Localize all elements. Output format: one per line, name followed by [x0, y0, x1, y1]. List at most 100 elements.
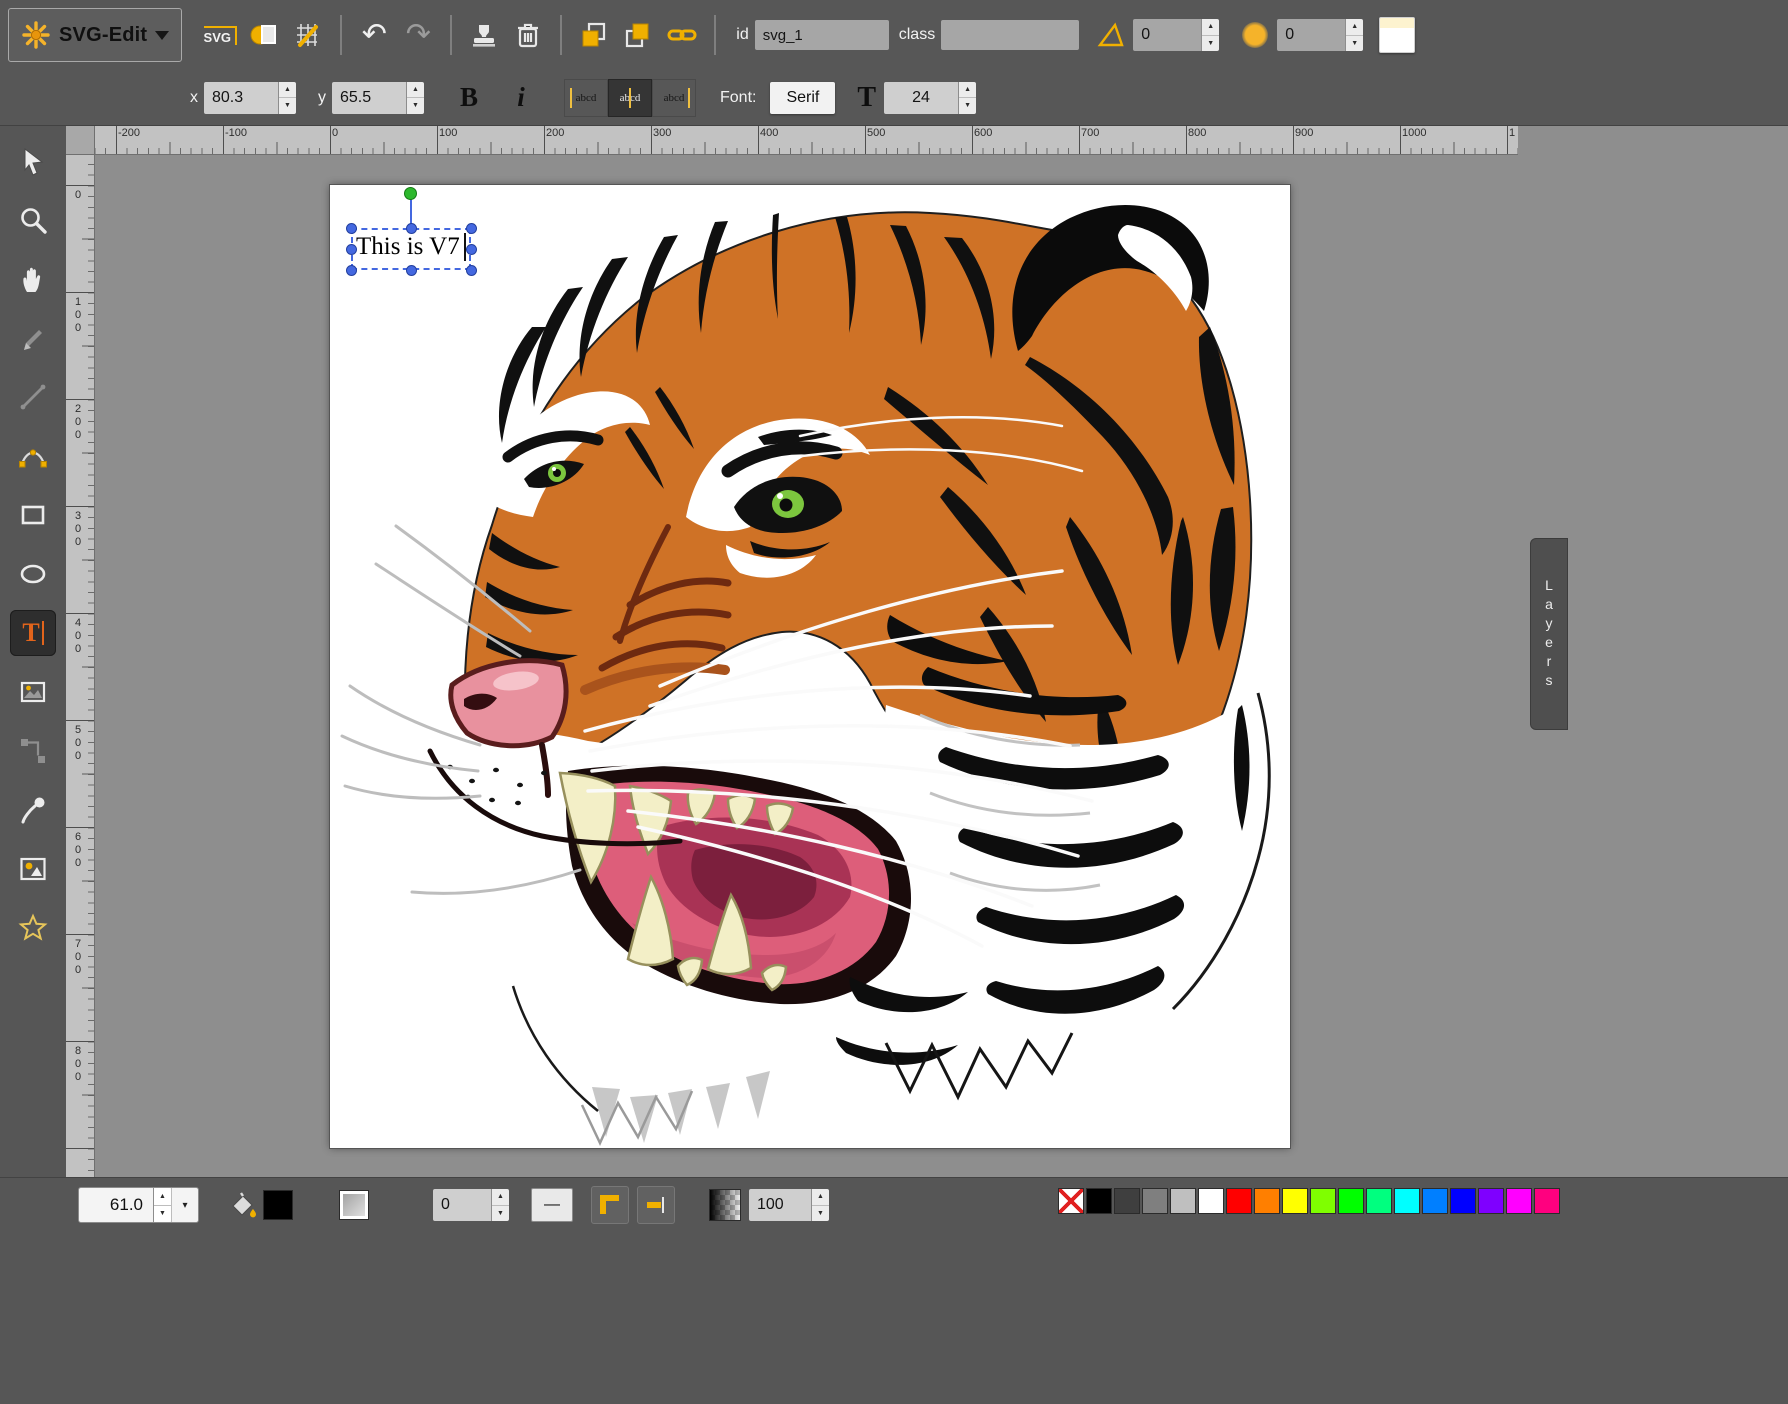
- background-color-swatch[interactable]: [1379, 17, 1415, 53]
- selection-handle-nw[interactable]: [346, 223, 357, 234]
- x-spin-up[interactable]: ▲: [279, 82, 296, 99]
- selection-handle-sw[interactable]: [346, 265, 357, 276]
- palette-swatch[interactable]: [1142, 1188, 1168, 1214]
- ellipse-tool[interactable]: [10, 551, 56, 597]
- palette-swatch[interactable]: [1282, 1188, 1308, 1214]
- palette-swatch[interactable]: [1198, 1188, 1224, 1214]
- text-anchor-start-button[interactable]: abcd: [564, 79, 608, 117]
- editor-preferences-button[interactable]: [286, 13, 330, 57]
- main-menu-button[interactable]: SVG-Edit: [8, 8, 182, 62]
- palette-swatch[interactable]: [1086, 1188, 1112, 1214]
- text-anchor-end-button[interactable]: abcd: [652, 79, 696, 117]
- stroke-width-spin-down[interactable]: ▼: [492, 1206, 509, 1222]
- id-input[interactable]: [755, 20, 889, 50]
- path-tool[interactable]: [10, 433, 56, 479]
- rect-tool[interactable]: [10, 492, 56, 538]
- zoom-value[interactable]: 61.0: [79, 1188, 153, 1222]
- selection-handle-s[interactable]: [406, 265, 417, 276]
- opacity-spin-up[interactable]: ▲: [812, 1189, 829, 1206]
- move-to-top-button[interactable]: [616, 13, 660, 57]
- line-tool[interactable]: [10, 374, 56, 420]
- palette-swatch[interactable]: [1170, 1188, 1196, 1214]
- canvas-surface[interactable]: This is V7: [330, 185, 1290, 1148]
- y-spin-up[interactable]: ▲: [407, 82, 424, 99]
- shape-library-tool[interactable]: [10, 846, 56, 892]
- connector-tool[interactable]: [10, 728, 56, 774]
- selection-handle-ne[interactable]: [466, 223, 477, 234]
- linejoin-button[interactable]: [591, 1186, 629, 1224]
- palette-none-swatch[interactable]: [1058, 1188, 1084, 1214]
- x-spin-down[interactable]: ▼: [279, 98, 296, 114]
- angle-spin-down[interactable]: ▼: [1202, 36, 1219, 52]
- selection-handle-e[interactable]: [466, 244, 477, 255]
- source-editor-button[interactable]: SVG: [198, 13, 242, 57]
- document-properties-button[interactable]: [242, 13, 286, 57]
- eyedropper-tool[interactable]: [10, 787, 56, 833]
- blur-spin-down[interactable]: ▼: [1346, 36, 1363, 52]
- palette-swatch[interactable]: [1226, 1188, 1252, 1214]
- stroke-dash-select[interactable]: —: [531, 1188, 573, 1222]
- stroke-width-value[interactable]: 0: [433, 1189, 491, 1221]
- blur-spin-up[interactable]: ▲: [1346, 19, 1363, 36]
- palette-swatch[interactable]: [1422, 1188, 1448, 1214]
- palette-swatch[interactable]: [1450, 1188, 1476, 1214]
- star-tool[interactable]: [10, 905, 56, 951]
- zoom-spin-up[interactable]: ▲: [154, 1188, 171, 1206]
- undo-button[interactable]: ↶: [352, 13, 396, 57]
- select-tool[interactable]: [10, 138, 56, 184]
- italic-button[interactable]: i: [502, 78, 540, 118]
- selection-handle-w[interactable]: [346, 244, 357, 255]
- angle-value[interactable]: 0: [1133, 19, 1201, 51]
- link-button[interactable]: [660, 13, 704, 57]
- pencil-tool[interactable]: [10, 315, 56, 361]
- palette-swatch[interactable]: [1534, 1188, 1560, 1214]
- rotate-handle[interactable]: [404, 187, 417, 200]
- y-spin-down[interactable]: ▼: [407, 98, 424, 114]
- pan-tool[interactable]: [10, 256, 56, 302]
- delete-button[interactable]: [506, 13, 550, 57]
- blur-spinner[interactable]: 0 ▲ ▼: [1277, 19, 1363, 51]
- x-value[interactable]: 80.3: [204, 82, 278, 114]
- palette-swatch[interactable]: [1478, 1188, 1504, 1214]
- palette-swatch[interactable]: [1254, 1188, 1280, 1214]
- palette-swatch[interactable]: [1394, 1188, 1420, 1214]
- x-spinner[interactable]: 80.3 ▲ ▼: [204, 82, 296, 114]
- stroke-width-spinner[interactable]: 0 ▲ ▼: [433, 1189, 509, 1221]
- palette-swatch[interactable]: [1338, 1188, 1364, 1214]
- redo-button[interactable]: ↷: [396, 13, 440, 57]
- zoom-tool[interactable]: [10, 197, 56, 243]
- y-value[interactable]: 65.5: [332, 82, 406, 114]
- linecap-button[interactable]: [637, 1186, 675, 1224]
- zoom-dropdown[interactable]: ▾: [171, 1188, 198, 1222]
- zoom-spin-down[interactable]: ▼: [154, 1206, 171, 1223]
- selection-handle-n[interactable]: [406, 223, 417, 234]
- move-to-bottom-button[interactable]: [572, 13, 616, 57]
- bold-button[interactable]: B: [450, 78, 488, 118]
- text-anchor-middle-button[interactable]: abcd: [608, 79, 652, 117]
- opacity-spinner[interactable]: 100 ▲ ▼: [749, 1189, 829, 1221]
- font-size-spin-down[interactable]: ▼: [959, 98, 976, 114]
- opacity-spin-down[interactable]: ▼: [812, 1206, 829, 1222]
- font-family-button[interactable]: Serif: [770, 82, 835, 114]
- palette-swatch[interactable]: [1366, 1188, 1392, 1214]
- layers-panel-toggle[interactable]: Layers: [1530, 538, 1568, 730]
- palette-swatch[interactable]: [1114, 1188, 1140, 1214]
- opacity-value[interactable]: 100: [749, 1189, 811, 1221]
- text-tool[interactable]: T: [10, 610, 56, 656]
- font-size-spin-up[interactable]: ▲: [959, 82, 976, 99]
- class-input[interactable]: [941, 20, 1079, 50]
- canvas-image-tiger[interactable]: [330, 185, 1290, 1148]
- font-size-value[interactable]: 24: [884, 82, 958, 114]
- angle-spinner[interactable]: 0 ▲ ▼: [1133, 19, 1219, 51]
- fill-color-swatch[interactable]: [263, 1190, 293, 1220]
- selection-handle-se[interactable]: [466, 265, 477, 276]
- palette-swatch[interactable]: [1506, 1188, 1532, 1214]
- image-tool[interactable]: [10, 669, 56, 715]
- clone-button[interactable]: [462, 13, 506, 57]
- stroke-color-swatch[interactable]: [339, 1190, 369, 1220]
- palette-swatch[interactable]: [1310, 1188, 1336, 1214]
- y-spinner[interactable]: 65.5 ▲ ▼: [332, 82, 424, 114]
- blur-value[interactable]: 0: [1277, 19, 1345, 51]
- font-size-spinner[interactable]: 24 ▲ ▼: [884, 82, 976, 114]
- stroke-width-spin-up[interactable]: ▲: [492, 1189, 509, 1206]
